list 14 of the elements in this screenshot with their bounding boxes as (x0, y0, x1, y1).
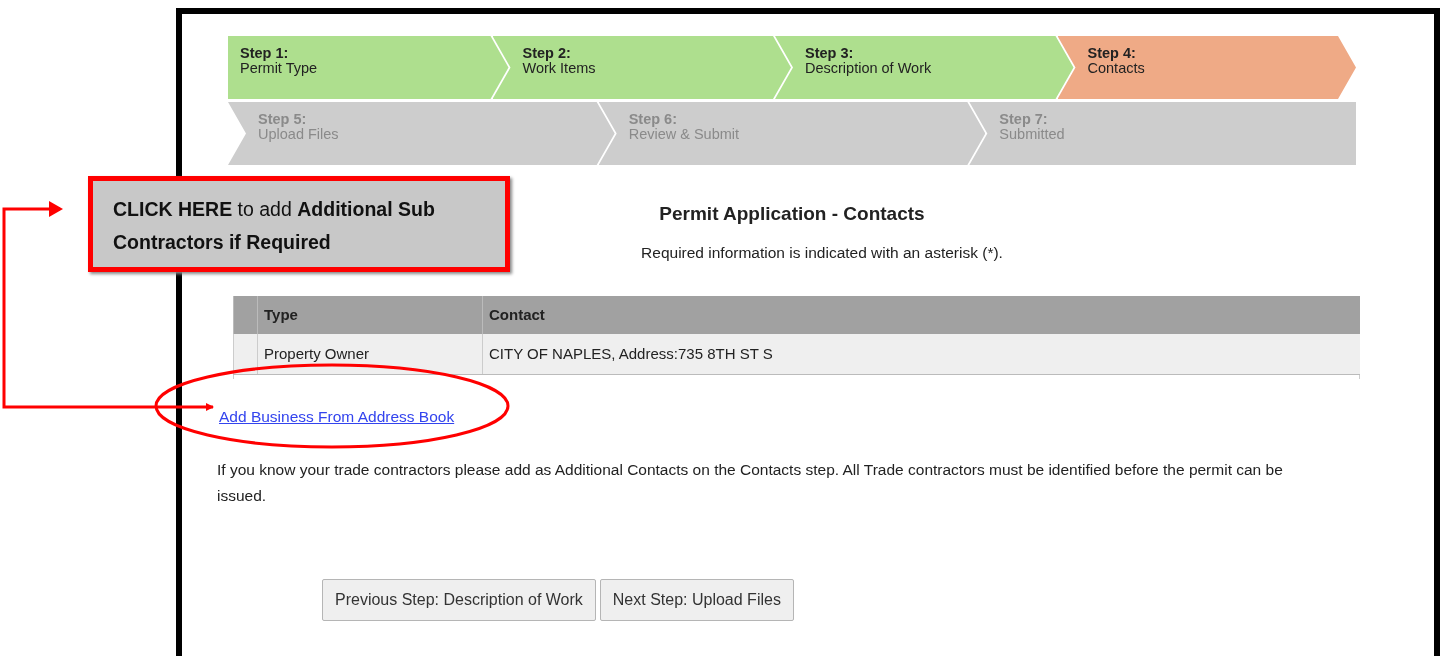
info-paragraph: If you know your trade contractors please add as Additional Contacts on the Contacts step. All Trade contractors must be identified before the permit can be issued. (217, 460, 1284, 507)
step-button[interactable]: Next Step: Upload Files (599, 579, 794, 622)
step-tab[interactable]: Step 4: Contacts (1057, 36, 1356, 99)
step-tab[interactable]: Step 3: Description of Work (775, 36, 1074, 99)
step-tab[interactable]: Step 2: Work Items (492, 36, 791, 99)
callout-text: CLICK HERE to add Additional Sub Contractors if Required (88, 176, 510, 272)
table-cell: Property Owner (257, 334, 483, 375)
step-button[interactable]: Previous Step: Description of Work (322, 579, 596, 622)
column-header: Contact (482, 295, 1360, 335)
address-book-link[interactable]: Add Business From Address Book (219, 404, 455, 428)
page-title: Permit Application - Contacts (659, 203, 925, 224)
column-header: Type (257, 295, 483, 335)
table-cell: CITY OF NAPLES, Address:735 8TH ST S (482, 334, 1360, 375)
step-tab[interactable]: Step 1: Permit Type (228, 36, 509, 99)
